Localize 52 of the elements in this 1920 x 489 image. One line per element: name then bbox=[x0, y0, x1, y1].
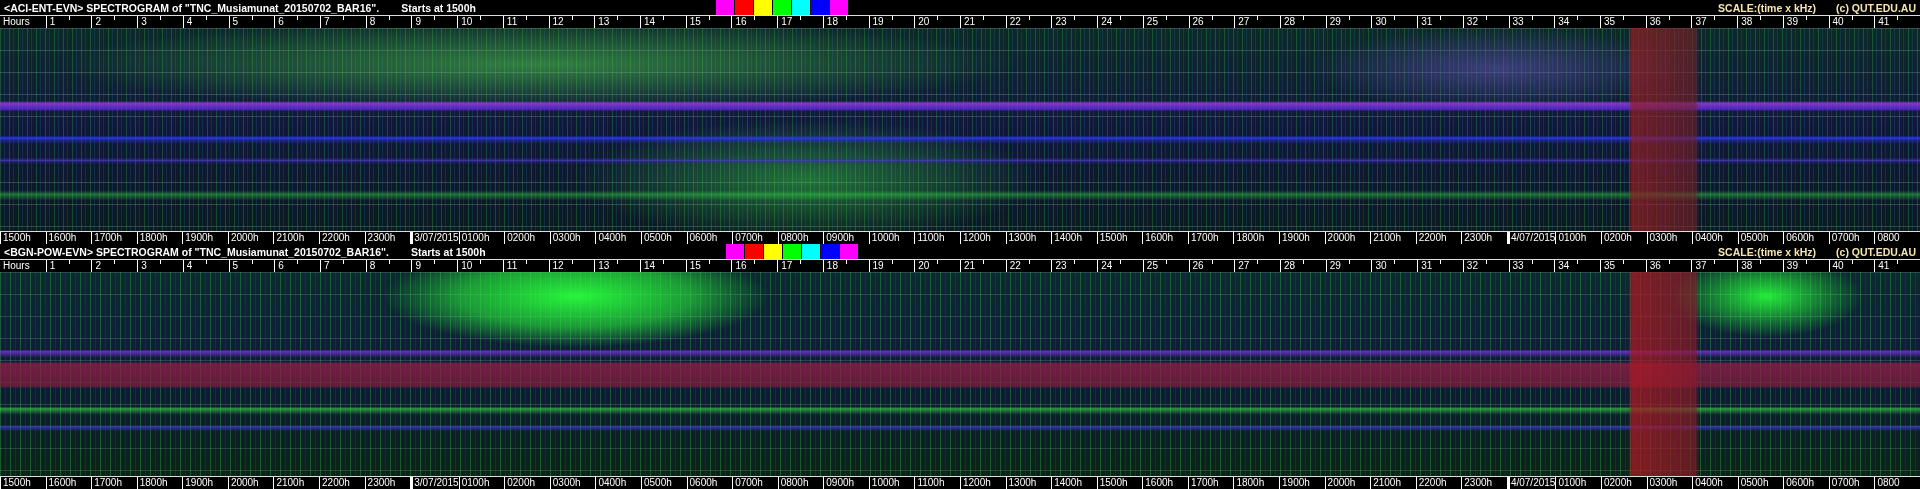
time-label: 0600h bbox=[686, 477, 733, 489]
time-label: 0300h bbox=[1646, 477, 1693, 489]
time-label: 0500h bbox=[640, 477, 687, 489]
scale-label: SCALE:(time x kHz) bbox=[1718, 245, 1817, 258]
scale-label: SCALE:(time x kHz) bbox=[1718, 1, 1817, 14]
time-label: 2100h bbox=[1370, 477, 1416, 489]
time-label: 1200h bbox=[960, 477, 1006, 489]
hours-label: Hours bbox=[2, 260, 31, 272]
time-label: 3/07/2015 bbox=[410, 477, 459, 489]
start-time: Starts at 1500h bbox=[410, 245, 486, 258]
time-label: 1400h bbox=[1051, 477, 1097, 489]
time-label: 1900h bbox=[1279, 477, 1325, 489]
time-label: 1500h bbox=[0, 477, 46, 489]
time-label: 1500h bbox=[1096, 477, 1143, 489]
time-label: 1800h bbox=[1233, 477, 1279, 489]
time-label: 0600h bbox=[1783, 477, 1829, 489]
copyright-text: (c) QUT.EDU.AU bbox=[1836, 1, 1916, 14]
time-label: 0700h bbox=[1828, 477, 1875, 489]
time-label: 1300h bbox=[1005, 477, 1052, 489]
time-label: 1600h bbox=[1142, 477, 1188, 489]
time-label: 0900h bbox=[823, 477, 869, 489]
time-label: 1700h bbox=[1187, 477, 1234, 489]
time-label: 1700h bbox=[91, 477, 137, 489]
time-label: 1900h bbox=[182, 477, 228, 489]
time-label: 0400h bbox=[1692, 477, 1738, 489]
time-label: 2300h bbox=[364, 477, 411, 489]
time-label: 1000h bbox=[868, 477, 915, 489]
time-label: 2000h bbox=[227, 477, 274, 489]
time-label: 0400h bbox=[595, 477, 641, 489]
time-label: 2300h bbox=[1461, 477, 1507, 489]
time-label: 1800h bbox=[136, 477, 183, 489]
time-label: 0800h bbox=[777, 477, 824, 489]
start-time: Starts at 1500h bbox=[401, 1, 476, 14]
hours-label: Hours bbox=[2, 16, 31, 28]
time-label: 2200h bbox=[1415, 477, 1462, 489]
time-label: 1100h bbox=[914, 477, 960, 489]
time-label: 2100h bbox=[273, 477, 319, 489]
time-label: 1600h bbox=[45, 477, 92, 489]
spectrogram-title: <BGN-POW-EVN> SPECTROGRAM of "TNC_Musiamunat_20150702_BAR16". bbox=[4, 245, 389, 258]
time-label: 2200h bbox=[319, 477, 365, 489]
time-label: 0200h bbox=[1600, 477, 1647, 489]
time-label: 2000h bbox=[1324, 477, 1371, 489]
time-label: 0200h bbox=[504, 477, 550, 489]
spectrogram-title: <ACI-ENT-EVN> SPECTROGRAM of "TNC_Musiamunat_20150702_BAR16". bbox=[4, 1, 380, 14]
copyright-text: (c) QUT.EDU.AU bbox=[1836, 245, 1916, 258]
time-label: 0300h bbox=[549, 477, 596, 489]
time-label: 0100h bbox=[1555, 477, 1601, 489]
time-label: 0800 bbox=[1874, 477, 1920, 489]
time-label: 4/07/2015 bbox=[1506, 477, 1556, 489]
time-label: 0700h bbox=[732, 477, 778, 489]
time-label: 0100h bbox=[458, 477, 505, 489]
time-label: 0500h bbox=[1737, 477, 1784, 489]
